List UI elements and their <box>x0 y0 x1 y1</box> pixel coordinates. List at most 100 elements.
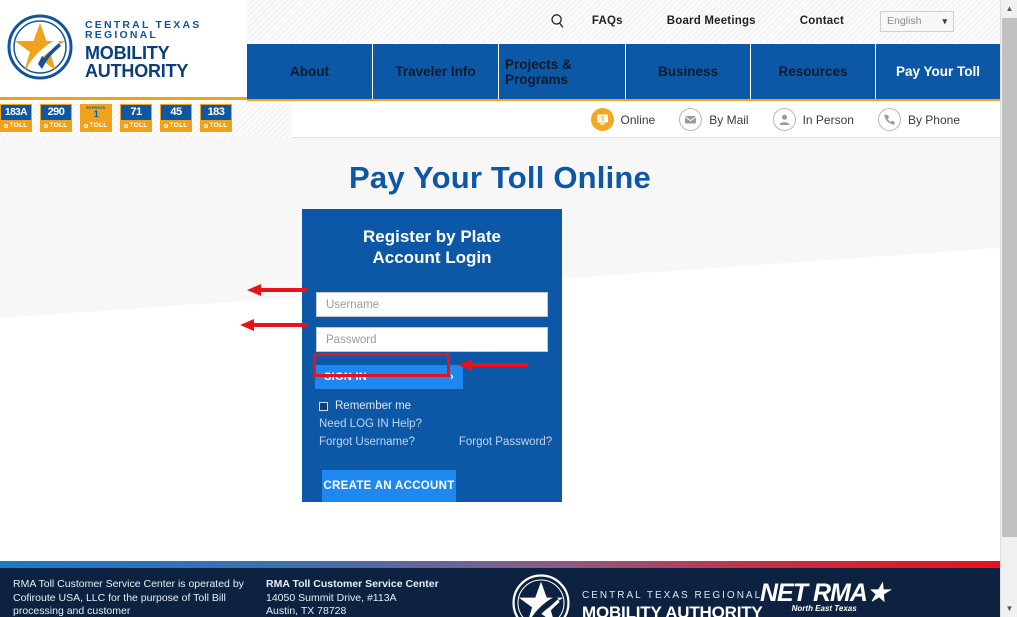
signin-label: SIGN IN <box>324 371 368 383</box>
badge-number: 1 <box>93 109 99 119</box>
footer-address-line-2: Austin, TX 78728 <box>266 605 347 617</box>
forgot-username-link[interactable]: Forgot Username? <box>319 436 415 448</box>
utility-bar: FAQs Board Meetings Contact English ▾ <box>247 0 1000 42</box>
badge-number: 290 <box>47 106 65 118</box>
remember-me-label: Remember me <box>335 400 412 412</box>
logo-line-2: MOBILITY AUTHORITY <box>85 42 189 81</box>
nav-item-resources[interactable]: Resources <box>751 44 876 99</box>
footer-address-title: RMA Toll Customer Service Center <box>266 578 439 590</box>
logo-line-1: CENTRAL TEXAS REGIONAL <box>85 18 202 41</box>
badge-number: 71 <box>130 106 142 118</box>
badge-toll-label: TOLL <box>120 121 152 132</box>
nav-label: Business <box>657 64 719 79</box>
login-title-line-2: Account Login <box>372 248 492 267</box>
login-card: Register by Plate Account Login SIGN IN … <box>302 209 562 502</box>
chevron-right-icon: › <box>450 371 454 383</box>
nav-label: Pay Your Toll <box>895 64 981 79</box>
logo-gold-rule <box>0 97 247 100</box>
road-badges: 183A TOLL 290 TOLL EXPRESS 1 TOLL 71 TOL <box>0 104 232 132</box>
page-title: Pay Your Toll Online <box>349 160 651 195</box>
nav-item-about[interactable]: About <box>247 44 373 99</box>
road-badge-71[interactable]: 71 TOLL <box>120 104 152 132</box>
main-navigation: About Traveler Info Projects & Programs … <box>247 44 1000 99</box>
nav-label: Projects & Programs <box>505 56 572 87</box>
username-input[interactable] <box>316 292 548 317</box>
scroll-down-arrow[interactable]: ▼ <box>1001 600 1017 617</box>
footer-operator-text: RMA Toll Customer Service Center is oper… <box>13 578 244 617</box>
road-badge-290[interactable]: 290 TOLL <box>40 104 72 132</box>
browser-page: FAQs Board Meetings Contact English ▾ CE… <box>0 0 1017 617</box>
nav-label: About <box>290 64 329 79</box>
footer-logo-line-1: CENTRAL TEXAS REGIONAL <box>582 589 763 601</box>
star-road-emblem-icon <box>510 572 572 617</box>
password-input[interactable] <box>316 327 548 352</box>
badge-toll-label: TOLL <box>0 121 32 132</box>
pay-method-by-phone[interactable]: By Phone <box>877 108 960 131</box>
road-badge-45[interactable]: 45 TOLL <box>160 104 192 132</box>
star-road-emblem-icon <box>5 12 75 87</box>
badge-toll-label: TOLL <box>160 121 192 132</box>
pay-method-in-person[interactable]: In Person <box>772 108 854 131</box>
badge-toll-label: TOLL <box>40 121 72 132</box>
forgot-password-link[interactable]: Forgot Password? <box>459 436 552 448</box>
footer-address: RMA Toll Customer Service Center 14050 S… <box>266 578 496 617</box>
remember-me-checkbox[interactable] <box>319 401 328 411</box>
pay-method-label: Online <box>620 112 656 127</box>
pay-method-by-mail[interactable]: By Mail <box>679 108 749 131</box>
utility-link-board-meetings[interactable]: Board Meetings <box>645 15 778 27</box>
badge-number: 183A <box>5 107 27 118</box>
person-icon <box>772 108 796 131</box>
badge-number: 45 <box>170 106 182 118</box>
badge-number: 183 <box>207 106 225 118</box>
create-account-button[interactable]: CREATE AN ACCOUNT <box>322 470 456 502</box>
language-value: English <box>887 15 922 27</box>
login-card-title: Register by Plate Account Login <box>302 209 562 268</box>
footer-netrma-logo[interactable]: NET RMA★ North East Texas <box>760 579 889 613</box>
footer-address-line-1: 14050 Summit Drive, #113A <box>266 591 397 604</box>
utility-link-contact[interactable]: Contact <box>778 15 866 27</box>
phone-icon <box>877 108 901 131</box>
browser-scrollbar[interactable]: ▲ ▼ <box>1000 0 1017 617</box>
footer-ctrma-wordmark: CENTRAL TEXAS REGIONAL MOBILITY AUTHORIT… <box>582 589 763 617</box>
nav-item-projects-programs[interactable]: Projects & Programs <box>499 44 626 99</box>
nav-item-business[interactable]: Business <box>626 44 751 99</box>
road-badge-183a[interactable]: 183A TOLL <box>0 104 32 132</box>
scroll-up-arrow[interactable]: ▲ <box>1001 0 1017 17</box>
login-help-link[interactable]: Need LOG IN Help? <box>319 418 562 430</box>
login-title-line-1: Register by Plate <box>363 227 501 246</box>
badge-toll-label: TOLL <box>80 121 112 132</box>
road-badges-strip: 183A TOLL 290 TOLL EXPRESS 1 TOLL 71 TOL <box>0 101 292 138</box>
nav-label: Traveler Info <box>395 64 476 79</box>
utility-link-faqs[interactable]: FAQs <box>570 15 645 27</box>
site-footer: RMA Toll Customer Service Center is oper… <box>0 568 1000 617</box>
page-viewport: FAQs Board Meetings Contact English ▾ CE… <box>0 0 1000 617</box>
site-logo[interactable]: CENTRAL TEXAS REGIONAL MOBILITY AUTHORIT… <box>0 0 247 99</box>
nav-item-pay-your-toll[interactable]: Pay Your Toll <box>876 44 1000 99</box>
signin-button[interactable]: SIGN IN › <box>315 365 463 389</box>
road-badge-express-1[interactable]: EXPRESS 1 TOLL <box>80 104 112 132</box>
logo-wordmark: CENTRAL TEXAS REGIONAL MOBILITY AUTHORIT… <box>85 18 247 81</box>
nav-item-traveler-info[interactable]: Traveler Info <box>373 44 499 99</box>
road-badge-183[interactable]: 183 TOLL <box>200 104 232 132</box>
nav-label: Resources <box>778 64 848 79</box>
pay-methods: $ Online By Mail In Person By Phone <box>590 101 960 138</box>
search-icon[interactable] <box>550 13 566 29</box>
footer-netrma-text: NET RMA <box>760 579 868 607</box>
star-icon: ★ <box>866 579 889 607</box>
badge-toll-label: TOLL <box>200 121 232 132</box>
forgot-links-row: Forgot Username? Forgot Password? <box>319 436 562 448</box>
scrollbar-thumb[interactable] <box>1002 18 1017 537</box>
footer-ctrma-logo[interactable]: CENTRAL TEXAS REGIONAL MOBILITY AUTHORIT… <box>510 572 763 617</box>
pay-methods-strip: $ Online By Mail In Person By Phone <box>292 101 1000 138</box>
envelope-icon <box>679 108 703 131</box>
footer-logo-line-2: MOBILITY AUTHORITY <box>582 602 763 617</box>
chevron-down-icon: ▾ <box>942 15 947 26</box>
remember-me-row[interactable]: Remember me <box>319 400 562 412</box>
pay-method-label: In Person <box>802 112 854 127</box>
language-select[interactable]: English ▾ <box>880 10 954 32</box>
footer-netrma-wordmark: NET RMA★ <box>760 579 889 607</box>
pay-method-label: By Mail <box>709 112 749 127</box>
pay-method-label: By Phone <box>907 112 960 127</box>
signin-button-wrap: SIGN IN › <box>315 365 463 389</box>
pay-method-online[interactable]: $ Online <box>590 108 656 131</box>
